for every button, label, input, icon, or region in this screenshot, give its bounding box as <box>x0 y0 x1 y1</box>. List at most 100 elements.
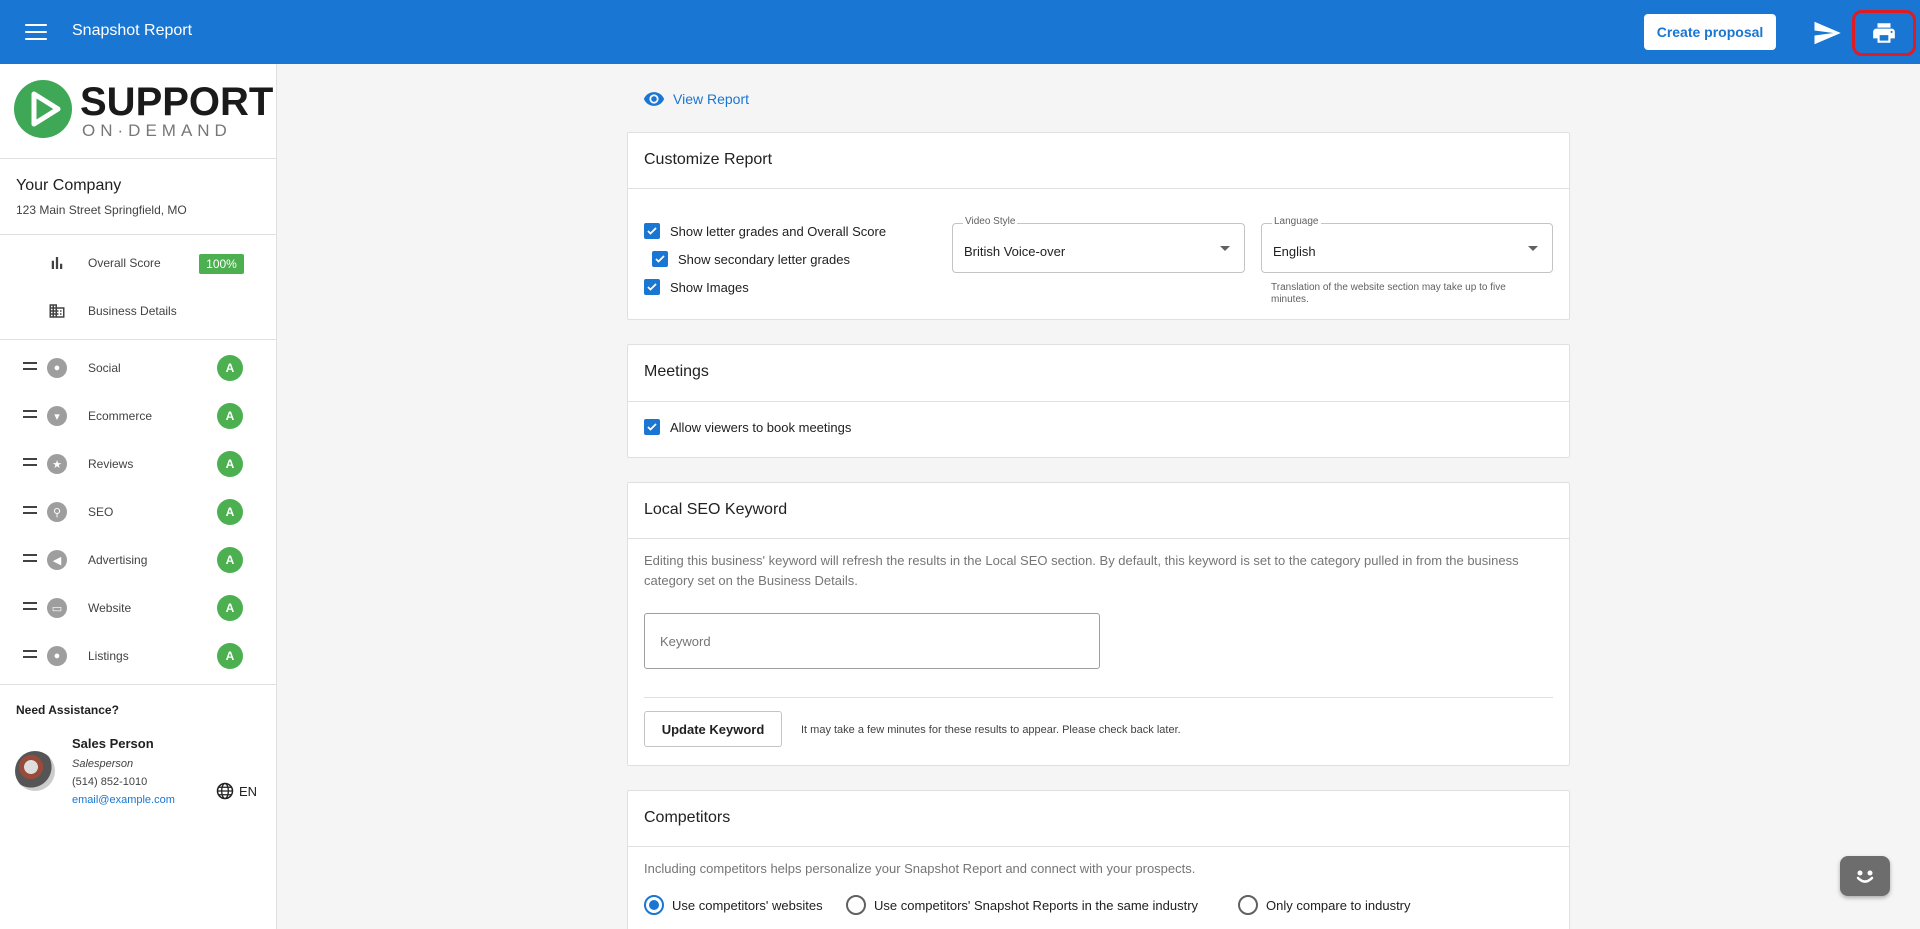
eye-icon <box>643 92 665 106</box>
keyword-input[interactable] <box>644 613 1100 669</box>
show-images-checkbox[interactable]: Show Images <box>644 279 749 295</box>
view-report-link[interactable]: View Report <box>643 88 749 110</box>
send-icon[interactable] <box>1812 18 1842 48</box>
drag-handle-icon[interactable] <box>23 650 37 658</box>
sidebar-section-ecommerce[interactable]: ▾ Ecommerce A <box>0 396 276 436</box>
radio-unselected-icon <box>1238 895 1258 915</box>
drag-handle-icon[interactable] <box>23 506 37 514</box>
smiley-bot-icon <box>1856 870 1874 883</box>
logo-play-icon <box>14 80 72 138</box>
show-secondary-grades-checkbox[interactable]: Show secondary letter grades <box>652 251 850 267</box>
radio-label: Use competitors' Snapshot Reports in the… <box>874 897 1199 913</box>
pin-icon: ● <box>47 646 67 666</box>
salesperson-email-link[interactable]: email@example.com <box>72 794 175 806</box>
section-label: Advertising <box>88 553 148 567</box>
logo-text-primary: SUPPORT <box>80 80 274 124</box>
divider <box>628 188 1569 189</box>
checkbox-label: Allow viewers to book meetings <box>670 419 852 435</box>
update-keyword-button[interactable]: Update Keyword <box>644 711 782 747</box>
divider <box>628 846 1569 847</box>
select-label: Video Style <box>963 216 1018 227</box>
salesperson-phone: (514) 852-1010 <box>72 776 148 788</box>
language-select[interactable]: Language English <box>1261 216 1553 273</box>
customize-report-card: Customize Report Show letter grades and … <box>627 132 1570 320</box>
grade-badge: A <box>217 499 243 525</box>
sidebar-item-label: Business Details <box>88 304 177 318</box>
video-style-select[interactable]: Video Style British Voice-over <box>952 216 1245 273</box>
view-report-label: View Report <box>673 91 750 107</box>
avatar <box>15 751 55 791</box>
section-label: Listings <box>88 649 129 663</box>
radio-label: Use competitors' websites <box>672 897 823 913</box>
divider <box>644 697 1553 698</box>
radio-only-industry[interactable]: Only compare to industry <box>1238 895 1411 915</box>
sidebar-section-listings[interactable]: ● Listings A <box>0 636 276 676</box>
select-value: British Voice-over <box>964 244 1066 259</box>
sidebar-section-seo[interactable]: ⚲ SEO A <box>0 492 276 532</box>
salesperson-name: Sales Person <box>72 736 154 751</box>
radio-competitor-websites[interactable]: Use competitors' websites <box>644 895 823 915</box>
star-icon: ★ <box>47 454 67 474</box>
megaphone-icon: ◀ <box>47 550 67 570</box>
card-title: Competitors <box>644 809 731 826</box>
divider <box>628 538 1569 539</box>
create-proposal-button[interactable]: Create proposal <box>1644 14 1776 50</box>
language-helper-text: Translation of the website section may t… <box>1271 282 1506 305</box>
checkbox-checked-icon <box>644 223 660 239</box>
divider <box>0 158 276 159</box>
section-label: Reviews <box>88 457 134 471</box>
section-label: Social <box>88 361 121 375</box>
menu-icon[interactable] <box>22 20 50 44</box>
sidebar-section-website[interactable]: ▭ Website A <box>0 588 276 628</box>
salesperson-role: Salesperson <box>72 758 134 770</box>
grade-badge: A <box>217 451 243 477</box>
company-address: 123 Main Street Springfield, MO <box>16 203 187 217</box>
language-selector[interactable]: EN <box>215 780 257 802</box>
divider <box>628 401 1569 402</box>
grade-badge: A <box>217 595 243 621</box>
grade-badge: A <box>217 643 243 669</box>
competitors-card: Competitors Including competitors helps … <box>627 790 1570 929</box>
radio-competitor-snapshot-reports[interactable]: Use competitors' Snapshot Reports in the… <box>846 895 1198 915</box>
section-label: Ecommerce <box>88 409 153 423</box>
sidebar-item-business-details[interactable]: Business Details <box>0 291 276 331</box>
drag-handle-icon[interactable] <box>23 602 37 610</box>
card-title: Customize Report <box>644 151 773 168</box>
select-label: Language <box>1272 216 1321 227</box>
card-title: Local SEO Keyword <box>644 501 788 518</box>
checkbox-label: Show Images <box>670 279 749 295</box>
sidebar: SUPPORT ON·DEMAND Your Company 123 Main … <box>0 64 277 929</box>
divider <box>0 234 276 235</box>
checkbox-checked-icon <box>644 279 660 295</box>
meetings-card: Meetings Allow viewers to book meetings <box>627 344 1570 458</box>
browser-icon: ▭ <box>47 598 67 618</box>
sidebar-section-advertising[interactable]: ◀ Advertising A <box>0 540 276 580</box>
sidebar-section-reviews[interactable]: ★ Reviews A <box>0 444 276 484</box>
section-label: SEO <box>88 505 114 519</box>
divider <box>0 339 276 340</box>
drag-handle-icon[interactable] <box>23 362 37 370</box>
show-letter-grades-checkbox[interactable]: Show letter grades and Overall Score <box>644 223 886 239</box>
divider <box>0 684 276 685</box>
radio-label: Only compare to industry <box>1266 897 1411 913</box>
bar-chart-icon <box>51 257 63 269</box>
checkbox-label: Show letter grades and Overall Score <box>670 223 887 239</box>
grade-badge: A <box>217 547 243 573</box>
drag-handle-icon[interactable] <box>23 458 37 466</box>
local-seo-keyword-card: Local SEO Keyword Editing this business'… <box>627 482 1570 766</box>
print-button[interactable] <box>1852 10 1916 56</box>
chat-assistant-button[interactable] <box>1840 856 1890 896</box>
grade-badge: A <box>217 403 243 429</box>
social-icon: ● <box>47 358 67 378</box>
company-name: Your Company <box>16 177 122 194</box>
competitors-description: Including competitors helps personalize … <box>644 861 1196 876</box>
building-icon <box>49 304 65 318</box>
allow-booking-checkbox[interactable]: Allow viewers to book meetings <box>644 419 851 435</box>
drag-handle-icon[interactable] <box>23 554 37 562</box>
drag-handle-icon[interactable] <box>23 410 37 418</box>
top-app-bar: Snapshot Report Create proposal <box>0 0 1920 64</box>
sidebar-section-social[interactable]: ● Social A <box>0 348 276 388</box>
sidebar-item-overall-score[interactable]: Overall Score 100% <box>0 243 276 283</box>
chevron-down-icon <box>1528 246 1538 251</box>
section-label: Website <box>88 601 132 615</box>
